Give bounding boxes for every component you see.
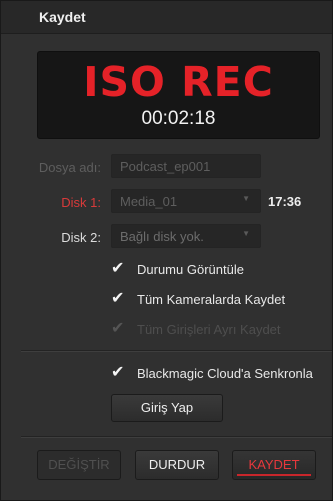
file-name-label: Dosya adı: [38,160,101,175]
record-all-inputs-label: Tüm Girişleri Ayrı Kaydet [137,322,281,337]
section-divider-highlight [21,351,332,352]
file-name-field: Podcast_ep001 [111,154,261,178]
record-panel: Kaydet ISO REC 00:02:18 Dosya adı: Podca… [0,0,333,501]
recording-display: ISO REC 00:02:18 [37,51,320,139]
section-divider-highlight [21,437,332,438]
show-status-label: Durumu Görüntüle [137,262,244,277]
record-all-cameras-label: Tüm Kameralarda Kaydet [137,292,286,307]
checkmark-icon[interactable]: ✔ [111,260,129,278]
chevron-down-icon: ▼ [242,194,250,203]
disk-1-remaining-time: 17:36 [268,194,302,209]
checkmark-icon[interactable]: ✔ [111,290,129,308]
disk-1-value: Media_01 [120,194,178,209]
cloud-sync-label: Blackmagic Cloud'a Senkronla [137,366,313,381]
disk-2-label: Disk 2: [61,230,101,245]
record-button[interactable]: KAYDET [232,450,316,480]
disk-2-select[interactable]: Bağlı disk yok. ▼ [111,224,261,248]
disk-1-select: Media_01 ▼ [111,189,261,213]
login-button[interactable]: Giriş Yap [111,394,223,422]
chevron-down-icon: ▼ [242,229,250,238]
disk-2-value: Bağlı disk yok. [120,229,204,244]
iso-rec-status: ISO REC [83,58,274,106]
record-timecode: 00:02:18 [141,108,216,129]
change-button: DEĞİŞTİR [37,450,121,480]
stop-button[interactable]: DURDUR [135,450,219,480]
file-name-value: Podcast_ep001 [120,159,211,174]
checkmark-icon: ✔ [111,320,125,337]
panel-title: Kaydet [39,9,86,25]
disk-1-label: Disk 1: [61,195,101,210]
panel-title-bar: Kaydet [1,1,332,34]
checkmark-icon[interactable]: ✔ [111,364,129,382]
